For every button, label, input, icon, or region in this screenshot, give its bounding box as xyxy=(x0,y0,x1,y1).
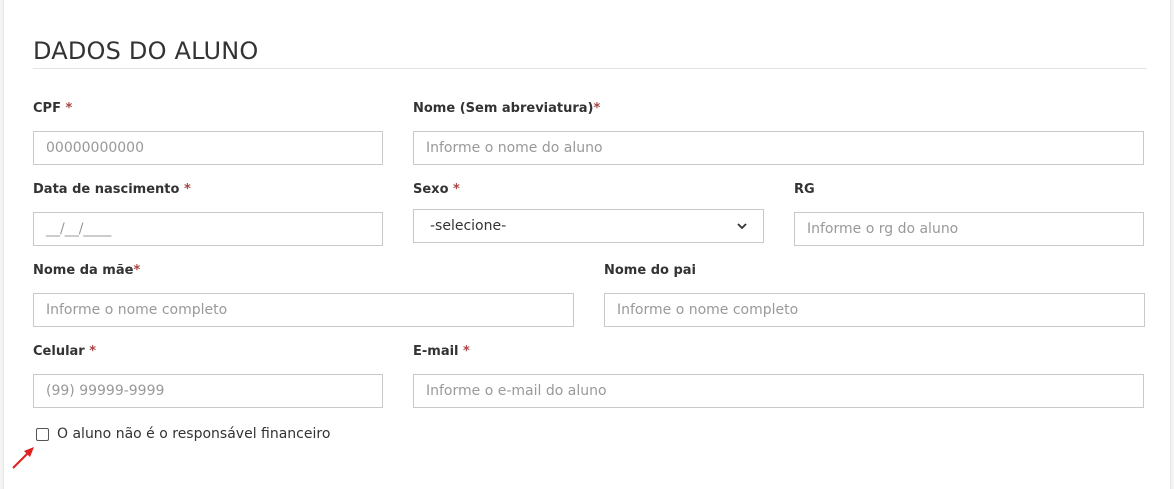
celular-label: Celular * xyxy=(33,344,97,359)
email-label: E-mail * xyxy=(413,344,470,359)
financial-responsible-option[interactable]: O aluno não é o responsável financeiro xyxy=(36,426,330,442)
financial-responsible-checkbox[interactable] xyxy=(36,427,49,441)
required-marker: * xyxy=(183,182,191,197)
mae-input[interactable] xyxy=(33,293,574,327)
required-marker: * xyxy=(65,101,73,116)
pai-input[interactable] xyxy=(604,293,1145,327)
required-marker: * xyxy=(89,344,97,359)
red-arrow-icon xyxy=(12,447,34,469)
nome-label: Nome (Sem abreviatura)* xyxy=(413,101,601,116)
chevron-down-icon xyxy=(737,223,747,230)
sexo-select[interactable]: -selecione- xyxy=(413,209,764,243)
celular-input[interactable] xyxy=(33,374,383,408)
required-marker: * xyxy=(463,344,470,359)
mae-label: Nome da mãe* xyxy=(33,263,141,278)
sexo-selected-value: -selecione- xyxy=(430,218,507,234)
section-title: DADOS DO ALUNO xyxy=(33,37,259,65)
rg-input[interactable] xyxy=(794,212,1144,246)
required-marker: * xyxy=(593,101,601,116)
email-input[interactable] xyxy=(413,374,1144,408)
financial-responsible-label: O aluno não é o responsável financeiro xyxy=(57,426,331,442)
student-data-card: DADOS DO ALUNO CPF * Nome (Sem abreviatu… xyxy=(3,0,1171,489)
nascimento-label: Data de nascimento * xyxy=(33,182,191,197)
rg-label: RG xyxy=(794,182,815,197)
required-marker: * xyxy=(453,182,460,197)
pai-label: Nome do pai xyxy=(604,263,696,278)
cpf-label: CPF * xyxy=(33,101,73,116)
nascimento-input[interactable] xyxy=(33,212,383,246)
cpf-input[interactable] xyxy=(33,131,383,165)
required-marker: * xyxy=(133,263,141,278)
sexo-label: Sexo * xyxy=(413,182,460,197)
title-divider xyxy=(33,68,1147,69)
nome-input[interactable] xyxy=(413,131,1144,165)
